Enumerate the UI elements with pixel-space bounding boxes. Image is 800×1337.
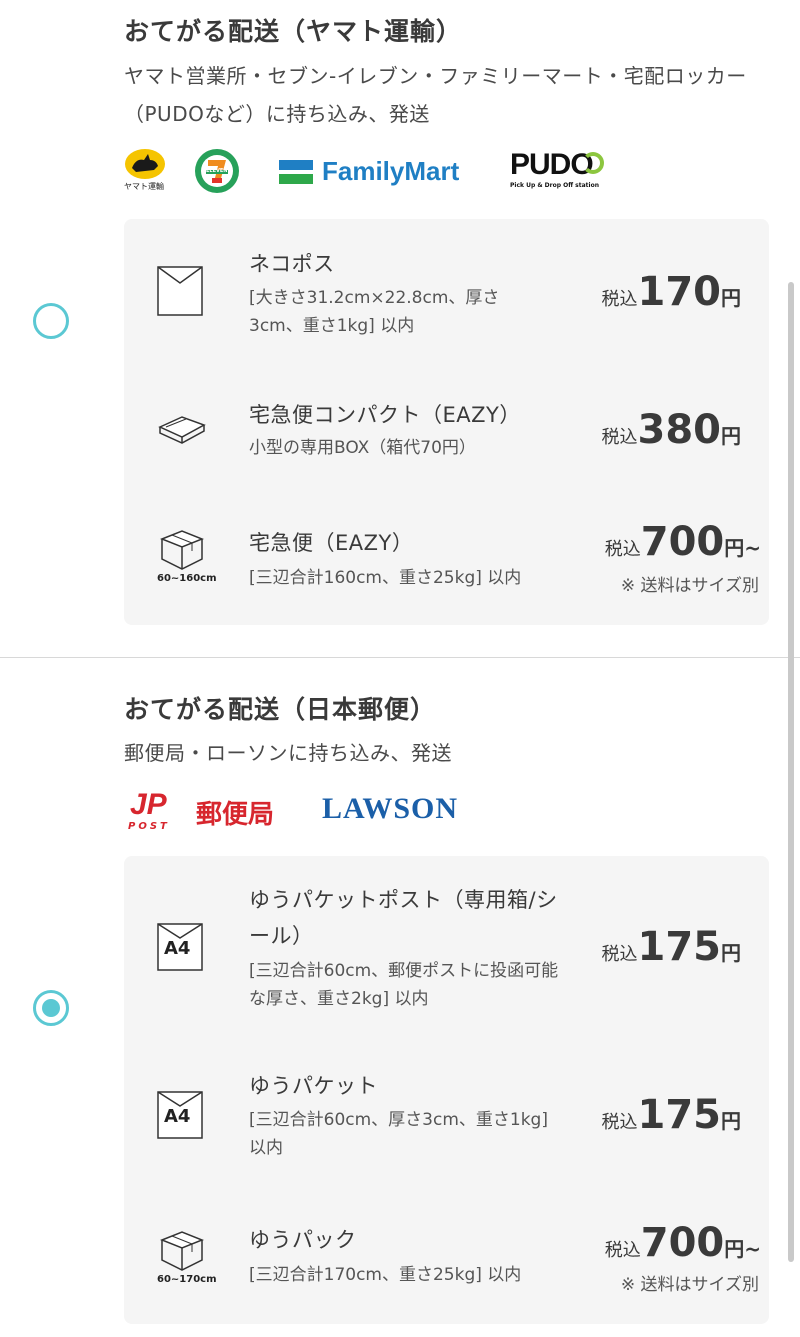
price-suffix: 円~ (724, 536, 761, 560)
price-prefix: 税込 (604, 1240, 641, 1261)
size-range-label: 60~170cm (157, 1274, 217, 1285)
price-value: 700 (640, 1220, 725, 1266)
size-range-label: 60~160cm (157, 573, 217, 584)
option-price: 税込175円 (602, 924, 742, 970)
cardboard-box-icon: 60~160cm (156, 525, 217, 584)
post-text: POST (128, 821, 170, 832)
option-name: 宅急便（EAZY） (249, 531, 414, 555)
option-name: ゆうパケットポスト（専用箱/シール） (249, 888, 558, 948)
option-takkyubin: 60~160cm 宅急便（EAZY） [三辺合計160cm、重さ25kg] 以内… (124, 509, 769, 625)
yubinkyoku-text: 郵便局 (196, 800, 275, 830)
price-value: 175 (637, 924, 722, 970)
price-suffix: 円~ (724, 1237, 761, 1261)
japanpost-options-box: A4 ゆうパケットポスト（専用箱/シール） [三辺合計60cm、郵便ポストに投函… (124, 856, 769, 1324)
pudo-logo: PUDO Pick Up & Drop Off station (510, 148, 610, 196)
yamato-logo-caption: ヤマト運輸 (124, 182, 164, 191)
pudo-arrow-icon (582, 152, 604, 174)
price-value: 380 (637, 407, 722, 453)
option-name: 宅急便コンパクト（EAZY） (249, 403, 521, 427)
price-suffix: 円 (721, 1109, 741, 1133)
option-name: ゆうパケット (249, 1074, 378, 1098)
yamato-carrier-logos: ヤマト運輸 ELEVEN FamilyMart PUDO Pick Up & D… (124, 148, 624, 198)
a4-label: A4 (164, 1106, 191, 1127)
option-yu-packet: A4 ゆうパケット [三辺合計60cm、厚さ3cm、重さ1kg] 以内 税込17… (124, 1056, 769, 1186)
yamato-section-title: おてがる配送（ヤマト運輸） (124, 17, 463, 46)
familymart-stripes-icon (279, 160, 313, 186)
option-yu-pack: 60~170cm ゆうパック [三辺合計170cm、重さ25kg] 以内 税込7… (124, 1206, 769, 1324)
price-suffix: 円 (721, 941, 741, 965)
price-note: ※ 送料はサイズ別 (620, 576, 759, 596)
price-value: 170 (637, 269, 722, 315)
option-price: 税込700円~ (605, 519, 761, 565)
price-prefix: 税込 (601, 944, 638, 965)
japanpost-carrier-logos: JP POST 郵便局 LAWSON (124, 788, 524, 842)
yamato-section-description: ヤマト営業所・セブン-イレブン・ファミリーマート・宅配ロッカー（PUDOなど）に… (124, 64, 747, 126)
section-divider (0, 657, 800, 658)
a4-envelope-icon: A4 (156, 1090, 216, 1144)
price-suffix: 円 (721, 424, 741, 448)
jp-mark: JP (130, 788, 167, 821)
option-note: [三辺合計60cm、厚さ3cm、重さ1kg] 以内 (249, 1110, 548, 1158)
option-note: [大きさ31.2cm×22.8cm、厚さ3cm、重さ1kg] 以内 (249, 288, 500, 336)
option-price: 税込700円~ (605, 1220, 761, 1266)
option-price: 税込175円 (602, 1092, 742, 1138)
pudo-wordmark: PUDO (510, 148, 594, 181)
black-cat-icon (125, 149, 165, 179)
price-note: ※ 送料はサイズ別 (620, 1275, 759, 1295)
price-suffix: 円 (721, 286, 741, 310)
yamato-logo: ヤマト運輸 (124, 148, 166, 194)
japanpost-section-title: おてがる配送（日本郵便） (124, 695, 437, 724)
option-takkyubin-compact: 宅急便コンパクト（EAZY） 小型の専用BOX（箱代70円） 税込380円 (124, 369, 769, 489)
price-value: 700 (640, 519, 725, 565)
option-note: [三辺合計60cm、郵便ポストに投函可能な厚さ、重さ2kg] 以内 (249, 961, 559, 1009)
a4-envelope-icon: A4 (156, 922, 216, 976)
seven-eleven-logo: ELEVEN (194, 148, 240, 194)
seven-eleven-text: ELEVEN (206, 168, 228, 174)
envelope-icon (156, 265, 216, 321)
price-prefix: 税込 (601, 1112, 638, 1133)
familymart-wordmark: FamilyMart (322, 156, 460, 186)
option-price: 税込380円 (602, 407, 742, 453)
price-prefix: 税込 (601, 427, 638, 448)
option-note: 小型の専用BOX（箱代70円） (249, 438, 476, 458)
lawson-logo: LAWSON (322, 792, 459, 825)
scrollbar[interactable] (788, 282, 794, 1262)
option-name: ゆうパック (249, 1228, 357, 1252)
price-value: 175 (637, 1092, 722, 1138)
option-yu-packet-post: A4 ゆうパケットポスト（専用箱/シール） [三辺合計60cm、郵便ポストに投函… (124, 856, 769, 1036)
option-price: 税込170円 (602, 269, 742, 315)
japanpost-radio-button[interactable] (33, 990, 69, 1026)
option-note: [三辺合計160cm、重さ25kg] 以内 (249, 568, 522, 588)
option-name: ネコポス (249, 252, 335, 276)
cardboard-box-icon: 60~170cm (156, 1226, 217, 1285)
option-nekopos: ネコポス [大きさ31.2cm×22.8cm、厚さ3cm、重さ1kg] 以内 税… (124, 219, 769, 349)
yamato-options-box: ネコポス [大きさ31.2cm×22.8cm、厚さ3cm、重さ1kg] 以内 税… (124, 219, 769, 625)
price-prefix: 税込 (604, 539, 641, 560)
familymart-logo: FamilyMart (279, 156, 474, 188)
jp-post-logo: JP POST (126, 788, 186, 832)
yamato-radio-button[interactable] (33, 303, 69, 339)
a4-label: A4 (164, 938, 191, 959)
pudo-subtitle: Pick Up & Drop Off station (510, 182, 599, 189)
compact-box-icon (156, 407, 216, 451)
price-prefix: 税込 (601, 289, 638, 310)
japanpost-section-description: 郵便局・ローソンに持ち込み、発送 (124, 741, 452, 765)
option-note: [三辺合計170cm、重さ25kg] 以内 (249, 1265, 522, 1285)
